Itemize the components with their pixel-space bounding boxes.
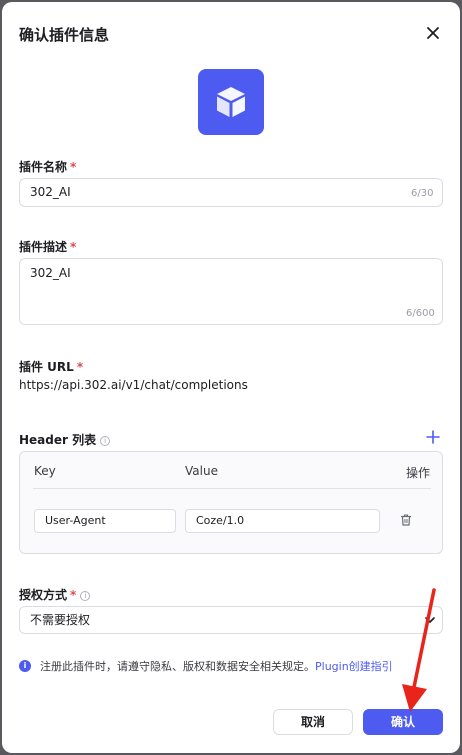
column-header-key: Key	[34, 464, 56, 478]
required-mark: *	[70, 588, 77, 602]
auth-method-label-text: 授权方式	[19, 588, 68, 602]
chevron-down-icon	[424, 615, 436, 625]
plugin-guide-link[interactable]: Plugin创建指引	[315, 658, 393, 674]
dialog-title: 确认插件信息	[19, 26, 110, 44]
column-header-action: 操作	[406, 466, 431, 480]
plugin-name-value: 302_AI	[30, 185, 71, 199]
plugin-url-label: 插件 URL *	[19, 358, 83, 375]
header-value-input[interactable]: Coze/1.0	[185, 509, 380, 533]
plugin-desc-label: 插件描述 *	[19, 238, 76, 255]
close-icon[interactable]	[422, 22, 444, 44]
plugin-desc-label-text: 插件描述	[19, 240, 68, 254]
required-mark: *	[76, 360, 84, 374]
plugin-desc-counter: 6/600	[406, 308, 435, 319]
required-mark: *	[70, 160, 77, 174]
confirm-button[interactable]: 确认	[363, 709, 443, 735]
cancel-button[interactable]: 取消	[273, 709, 353, 735]
header-value-value: Coze/1.0	[196, 514, 245, 527]
plugin-url-label-text: 插件 URL	[19, 360, 74, 374]
cube-icon	[198, 69, 264, 135]
confirm-plugin-dialog: 确认插件信息 插件名称 * 302_AI 6/30 插件描述 * 302_AI 6/…	[2, 2, 460, 753]
auth-method-label: 授权方式 * i	[19, 586, 91, 603]
info-icon[interactable]: i	[80, 590, 91, 601]
header-key-input[interactable]: User-Agent	[34, 509, 176, 533]
plugin-name-label-text: 插件名称	[19, 160, 68, 174]
compliance-notice: i 注册此插件时，请遵守隐私、版权和数据安全相关规定。 Plugin创建指引	[19, 658, 393, 674]
plugin-name-counter: 6/30	[411, 188, 434, 199]
plugin-name-input[interactable]: 302_AI	[19, 178, 443, 207]
header-table: Key Value 操作 User-Agent Coze/1.0	[19, 451, 443, 554]
add-header-button[interactable]	[425, 429, 441, 445]
table-divider	[33, 488, 431, 489]
notice-text: 注册此插件时，请遵守隐私、版权和数据安全相关规定。	[40, 660, 315, 673]
required-mark: *	[70, 240, 77, 254]
info-filled-icon: i	[19, 660, 31, 672]
header-key-value: User-Agent	[45, 514, 106, 527]
trash-icon[interactable]	[399, 513, 413, 527]
auth-method-value: 不需要授权	[30, 613, 91, 627]
plugin-desc-textarea[interactable]: 302_AI	[19, 258, 443, 325]
column-header-value: Value	[185, 464, 218, 478]
info-icon[interactable]: i	[100, 435, 111, 446]
plus-icon	[426, 430, 440, 444]
header-list-label-text: Header 列表	[19, 433, 97, 447]
header-list-label: Header 列表 i	[19, 431, 111, 448]
plugin-desc-value: 302_AI	[30, 266, 71, 280]
auth-method-select[interactable]: 不需要授权	[19, 606, 443, 634]
plugin-url-value: https://api.302.ai/v1/chat/completions	[19, 378, 248, 392]
plugin-name-label: 插件名称 *	[19, 158, 76, 175]
